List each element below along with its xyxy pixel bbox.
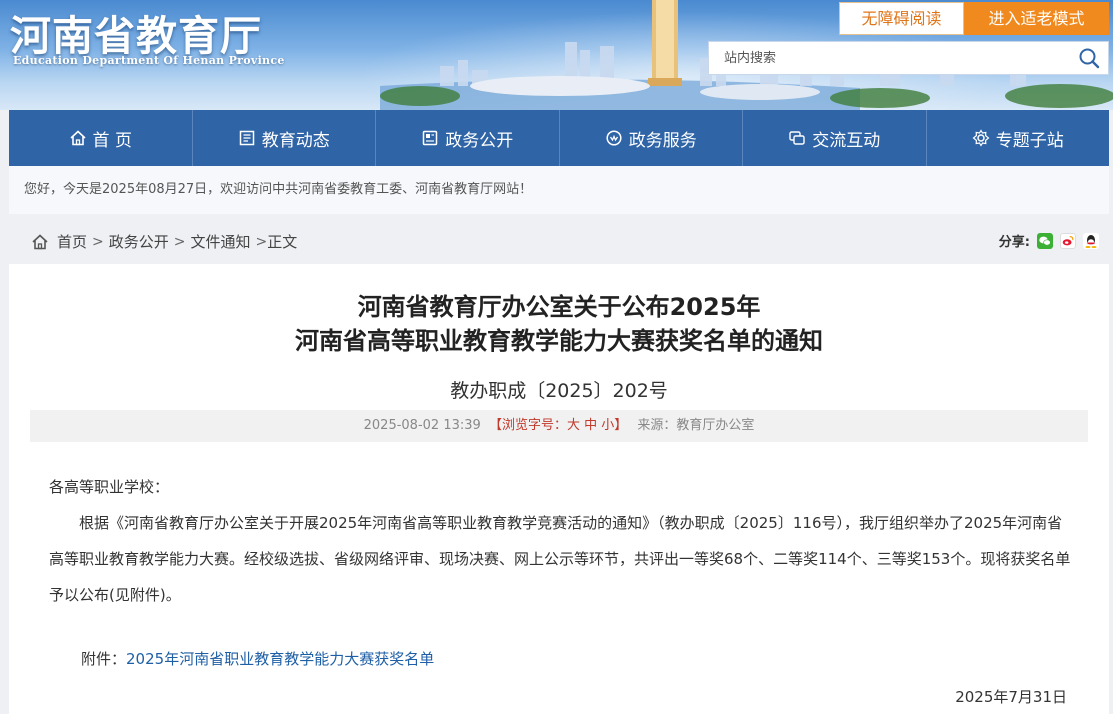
nav-label: 交流互动 — [812, 130, 881, 151]
breadcrumb-current: 正文 — [267, 233, 298, 251]
main-nav: 首 页 教育动态 政务公开 政务服务 交流互动 专题子站 — [9, 110, 1109, 166]
site-logo-subtitle: Education Department Of Henan Province — [13, 54, 285, 67]
sign-date: 2025年7月31日 — [955, 688, 1067, 706]
breadcrumb-home[interactable]: 首页 — [57, 231, 87, 252]
document-icon — [423, 130, 438, 146]
document-number: 教办职成〔2025〕202号 — [450, 380, 668, 402]
nav-item-government-affairs[interactable]: 政务公开 — [375, 110, 559, 166]
nav-item-home[interactable]: 首 页 — [9, 110, 192, 166]
nav-item-government-services[interactable]: 政务服务 — [558, 110, 743, 166]
nav-label: 教育动态 — [261, 130, 330, 151]
nav-label: 政务服务 — [628, 130, 697, 151]
site-header: 河南省教育厅 Education Department Of Henan Pro… — [0, 0, 1113, 110]
article-body: 各高等职业学校： 根据《河南省教育厅办公室关于开展2025年河南省高等职业教育教… — [49, 469, 1074, 613]
article-meta-bar: 2025-08-02 13:39 【浏览字号：大 中 小】 来源：教育厅办公室 — [30, 410, 1088, 442]
breadcrumb-separator: > — [173, 233, 186, 250]
article-panel: 河南省教育厅办公室关于公布2025年 河南省高等职业教育教学能力大赛获奖名单的通… — [9, 264, 1109, 714]
topic-icon — [972, 129, 990, 147]
body-paragraph: 根据《河南省教育厅办公室关于开展2025年河南省高等职业教育教学竞赛活动的通知》… — [49, 514, 1071, 604]
font-size-selector[interactable]: 【浏览字号：大 中 小】 — [489, 418, 627, 433]
chat-icon — [789, 131, 805, 145]
breadcrumb-separator: > — [92, 233, 104, 250]
nav-item-interaction[interactable]: 交流互动 — [742, 110, 926, 166]
publish-datetime: 2025-08-02 13:39 — [363, 418, 481, 433]
breadcrumb-bar: 首页 > 政务公开 > 文件通知 > 正文 分享: — [9, 214, 1109, 264]
elder-mode-button[interactable]: 进入适老模式 — [964, 2, 1109, 35]
share-bar: 分享: — [999, 231, 1099, 250]
breadcrumb-government-affairs[interactable]: 政务公开 — [109, 231, 169, 252]
breadcrumb: 首页 > 政务公开 > 文件通知 > 正文 — [31, 231, 297, 252]
breadcrumb-separator: > — [255, 233, 268, 250]
site-logo-title: 河南省教育厅 — [10, 12, 262, 60]
breadcrumb-file-notices[interactable]: 文件通知 — [191, 231, 251, 252]
article-title-line1: 河南省教育厅办公室关于公布2025年 — [357, 293, 761, 321]
tower — [648, 0, 682, 86]
share-label: 分享: — [998, 235, 1030, 250]
accessibility-button[interactable]: 无障碍阅读 — [839, 2, 964, 35]
article-title-line2: 河南省高等职业教育教学能力大赛获奖名单的通知 — [295, 327, 823, 355]
nav-label: 专题子站 — [995, 130, 1064, 151]
nav-label: 首 页 — [92, 130, 132, 151]
salutation: 各高等职业学校： — [49, 478, 170, 496]
welcome-bar: 您好，今天是2025年08月27日，欢迎访问中共河南省委教育工委、河南省教育厅网… — [9, 166, 1109, 214]
home-icon — [70, 130, 86, 146]
nav-item-education-news[interactable]: 教育动态 — [191, 110, 376, 166]
wechat-icon[interactable] — [1037, 232, 1053, 249]
search-box — [708, 41, 1109, 75]
qq-icon[interactable] — [1083, 232, 1099, 249]
news-icon — [239, 130, 254, 146]
search-icon[interactable] — [1078, 47, 1100, 69]
article-source: 来源：教育厅办公室 — [637, 418, 755, 433]
article-title: 河南省教育厅办公室关于公布2025年 河南省高等职业教育教学能力大赛获奖名单的通… — [9, 290, 1109, 358]
nav-label: 政务公开 — [445, 130, 514, 151]
attachment-link[interactable]: 2025年河南省职业教育教学能力大赛获奖名单 — [126, 650, 434, 668]
service-icon — [606, 130, 622, 146]
nav-item-topic-sites[interactable]: 专题子站 — [925, 110, 1110, 166]
home-icon — [32, 233, 48, 249]
attachment-label: 附件： — [81, 650, 127, 668]
search-input[interactable] — [709, 42, 1069, 74]
weibo-icon[interactable] — [1060, 232, 1076, 249]
attachment-line: 附件：2025年河南省职业教育教学能力大赛获奖名单 — [81, 648, 434, 669]
